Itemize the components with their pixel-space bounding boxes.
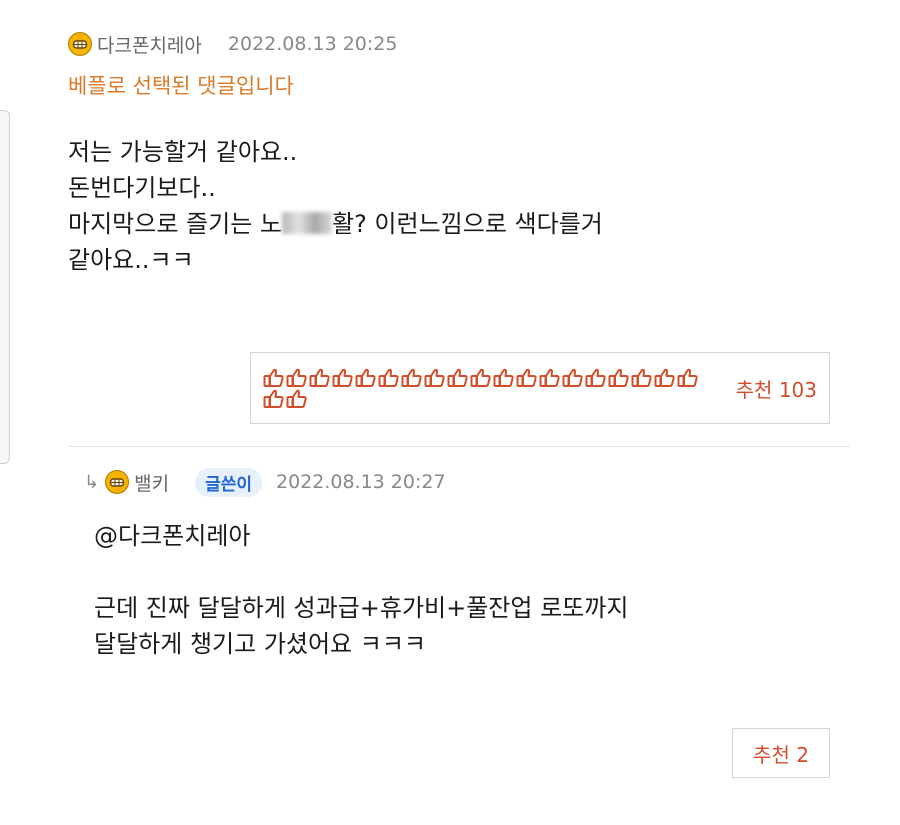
comment-text-before-blur: 마지막으로 즐기는 노: [68, 210, 282, 238]
thumbs-up-icon: [516, 368, 537, 387]
side-scroll-rail: [0, 110, 10, 464]
thumbs-up-icon: [401, 368, 422, 387]
thumbs-up-icon: [309, 368, 330, 387]
comment-line: 마지막으로 즐기는 노 활? 이런느낌으로 색다를거: [68, 206, 850, 242]
comment-line: 같아요..ㅋㅋ: [68, 246, 194, 274]
thumbs-up-icon: [263, 389, 284, 408]
avatar-icon[interactable]: [68, 32, 92, 56]
thumbs-up-icon: [263, 368, 284, 387]
writer-badge: 글쓴이: [195, 467, 262, 497]
recommend-box[interactable]: 추천 2: [732, 728, 830, 778]
comment-meta: ↳ 밸키 글쓴이 2022.08.13 20:27: [84, 467, 850, 497]
comment-date: 2022.08.13 20:27: [275, 471, 446, 493]
thumbs-up-icon: [378, 368, 399, 387]
grinning-face-icon: [109, 478, 125, 487]
comment-line: 저는 가능할거 같아요..: [68, 138, 298, 166]
avatar-icon[interactable]: [105, 470, 130, 494]
comment-best: 다크폰치레아 2022.08.13 20:25 베플로 선택된 댓글입니다 저는…: [68, 30, 850, 278]
comment-meta: 다크폰치레아 2022.08.13 20:25: [68, 30, 850, 58]
thumbs-up-icon: [355, 368, 376, 387]
mention[interactable]: @다크폰치레아: [94, 518, 850, 554]
recommend-count[interactable]: 추천 2: [753, 739, 809, 768]
blurred-text: [281, 212, 332, 234]
thumbs-up-icon: [562, 368, 583, 387]
comment-line: 돈번다기보다..: [68, 174, 216, 202]
thumbs-up-icon: [654, 368, 675, 387]
comment-divider: [68, 446, 850, 447]
comment-body: @다크폰치레아 근데 진짜 달달하게 성과급+휴가비+풀잔업 로또까지 달달하게…: [84, 518, 850, 662]
thumbs-up-icon: [608, 368, 629, 387]
comment-text-after-blur: 활? 이런느낌으로 색다를거: [331, 210, 603, 238]
comment-line: 달달하게 챙기고 가셨어요 ㅋㅋㅋ: [94, 630, 427, 658]
thumbs-up-icon: [470, 368, 491, 387]
thumbs-up-icon: [493, 368, 514, 387]
thumbs-up-icon: [424, 368, 445, 387]
comment-author[interactable]: 밸키: [134, 469, 169, 496]
thumbs-up-icon: [677, 368, 698, 387]
comment-author[interactable]: 다크폰치레아: [97, 31, 202, 58]
comment-reply: ↳ 밸키 글쓴이 2022.08.13 20:27 @다크폰치레아 근데 진짜 …: [84, 467, 850, 662]
thumbs-up-icon: [585, 368, 606, 387]
thumbs-up-icon: [447, 368, 468, 387]
comment-date: 2022.08.13 20:25: [227, 33, 398, 55]
recommend-box[interactable]: 추천 103: [250, 352, 830, 424]
thumbs-up-icon: [539, 368, 560, 387]
thumbs-up-icon: [286, 389, 307, 408]
comment-body: 저는 가능할거 같아요.. 돈번다기보다.. 마지막으로 즐기는 노 활? 이런느…: [68, 134, 850, 278]
recommend-count[interactable]: 추천 103: [736, 374, 817, 403]
thumbs-up-icon: [332, 368, 353, 387]
thumbs-up-icon: [286, 368, 307, 387]
grinning-face-icon: [72, 40, 88, 49]
best-comment-label: 베플로 선택된 댓글입니다: [68, 74, 294, 98]
comment-line: 근데 진짜 달달하게 성과급+휴가비+풀잔업 로또까지: [94, 594, 629, 622]
reply-arrow-icon: ↳: [84, 471, 100, 493]
thumbs-up-icon: [631, 368, 652, 387]
thumbs-row: [263, 368, 703, 409]
